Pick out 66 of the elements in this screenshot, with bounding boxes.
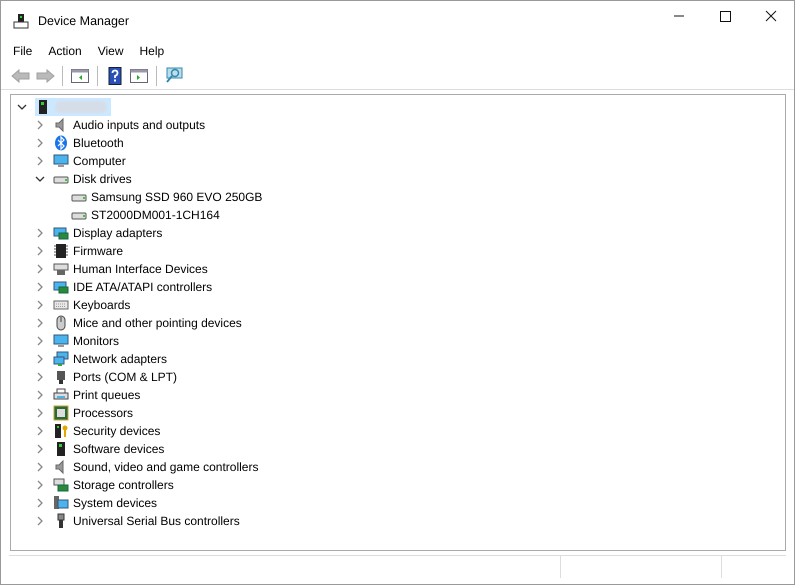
tree-item-label[interactable]: Keyboards	[73, 298, 130, 312]
chevron-down-icon[interactable]	[35, 174, 45, 184]
tree-item-label[interactable]: Mice and other pointing devices	[73, 316, 242, 330]
chevron-right-icon[interactable]	[35, 444, 45, 454]
bluetooth-icon	[53, 135, 69, 151]
processor-icon	[53, 405, 69, 421]
storage-icon	[53, 477, 69, 493]
chevron-right-icon[interactable]	[35, 336, 45, 346]
tree-item-label[interactable]: Storage controllers	[73, 478, 174, 492]
selected-tree-item[interactable]	[35, 98, 111, 116]
tree-item-label[interactable]: Processors	[73, 406, 134, 420]
chevron-right-icon[interactable]	[35, 138, 45, 148]
tree-item-label[interactable]: Security devices	[73, 424, 160, 438]
computer-icon	[13, 13, 29, 29]
menu-item[interactable]: Help	[140, 44, 164, 58]
monitor-icon	[53, 333, 69, 349]
scan-icon[interactable]	[164, 67, 184, 85]
tree-item-label[interactable]: Sound, video and game controllers	[73, 460, 258, 474]
tree-item-label[interactable]: Computer	[73, 154, 126, 168]
tree-item-label[interactable]: Universal Serial Bus controllers	[73, 514, 240, 528]
chevron-down-icon[interactable]	[17, 102, 27, 112]
expansion-card-icon	[53, 279, 69, 295]
tree-item-label[interactable]: System devices	[73, 496, 158, 510]
menu-item[interactable]: Action	[48, 44, 82, 58]
chevron-right-icon[interactable]	[35, 264, 45, 274]
menu-item[interactable]: View	[98, 44, 124, 58]
chevron-right-icon[interactable]	[35, 318, 45, 328]
tree-item-label[interactable]: Display adapters	[73, 226, 162, 240]
tree-item-label[interactable]: Samsung SSD 960 EVO 250GB	[91, 190, 262, 204]
tree-item-label[interactable]: Bluetooth	[73, 136, 124, 150]
tree-item-label[interactable]: Disk drives	[73, 172, 132, 186]
chevron-right-icon[interactable]	[35, 480, 45, 490]
chevron-right-icon[interactable]	[35, 390, 45, 400]
tree-item-label[interactable]: Firmware	[73, 244, 123, 258]
chevron-right-icon[interactable]	[35, 282, 45, 292]
tree-item-label[interactable]: ST2000DM001-1CH164	[91, 208, 220, 222]
chevron-right-icon[interactable]	[35, 462, 45, 472]
tree-item-label[interactable]: Print queues	[73, 388, 140, 402]
monitor-icon	[53, 153, 69, 169]
chevron-right-icon[interactable]	[35, 426, 45, 436]
chevron-right-icon[interactable]	[35, 156, 45, 166]
tree-item-label[interactable]: Human Interface Devices	[73, 262, 208, 276]
network-icon	[53, 351, 69, 367]
key-icon	[53, 423, 69, 439]
tree-item-label[interactable]: Ports (COM & LPT)	[73, 370, 178, 384]
tree-item-label[interactable]: Monitors	[73, 334, 120, 348]
tree-item-label[interactable]: Network adapters	[73, 352, 168, 366]
expansion-card-icon	[53, 225, 69, 241]
tree-item-label[interactable]: Audio inputs and outputs	[73, 118, 206, 132]
chevron-right-icon[interactable]	[35, 246, 45, 256]
chevron-right-icon[interactable]	[35, 228, 45, 238]
chevron-right-icon[interactable]	[35, 516, 45, 526]
chevron-right-icon[interactable]	[35, 300, 45, 310]
chip-icon	[53, 243, 69, 259]
window-title: Device Manager	[38, 14, 130, 28]
console-tree-icon[interactable]	[70, 67, 90, 85]
chevron-right-icon[interactable]	[35, 498, 45, 508]
system-icon	[53, 495, 69, 511]
chevron-right-icon[interactable]	[35, 408, 45, 418]
chevron-right-icon[interactable]	[35, 120, 45, 130]
chevron-right-icon[interactable]	[35, 372, 45, 382]
chevron-right-icon[interactable]	[35, 354, 45, 364]
menu-item[interactable]: File	[13, 44, 32, 58]
tree-item-label[interactable]: Software devices	[73, 442, 164, 456]
action-pane-icon[interactable]	[129, 67, 149, 85]
tree-item-label[interactable]: IDE ATA/ATAPI controllers	[73, 280, 212, 294]
